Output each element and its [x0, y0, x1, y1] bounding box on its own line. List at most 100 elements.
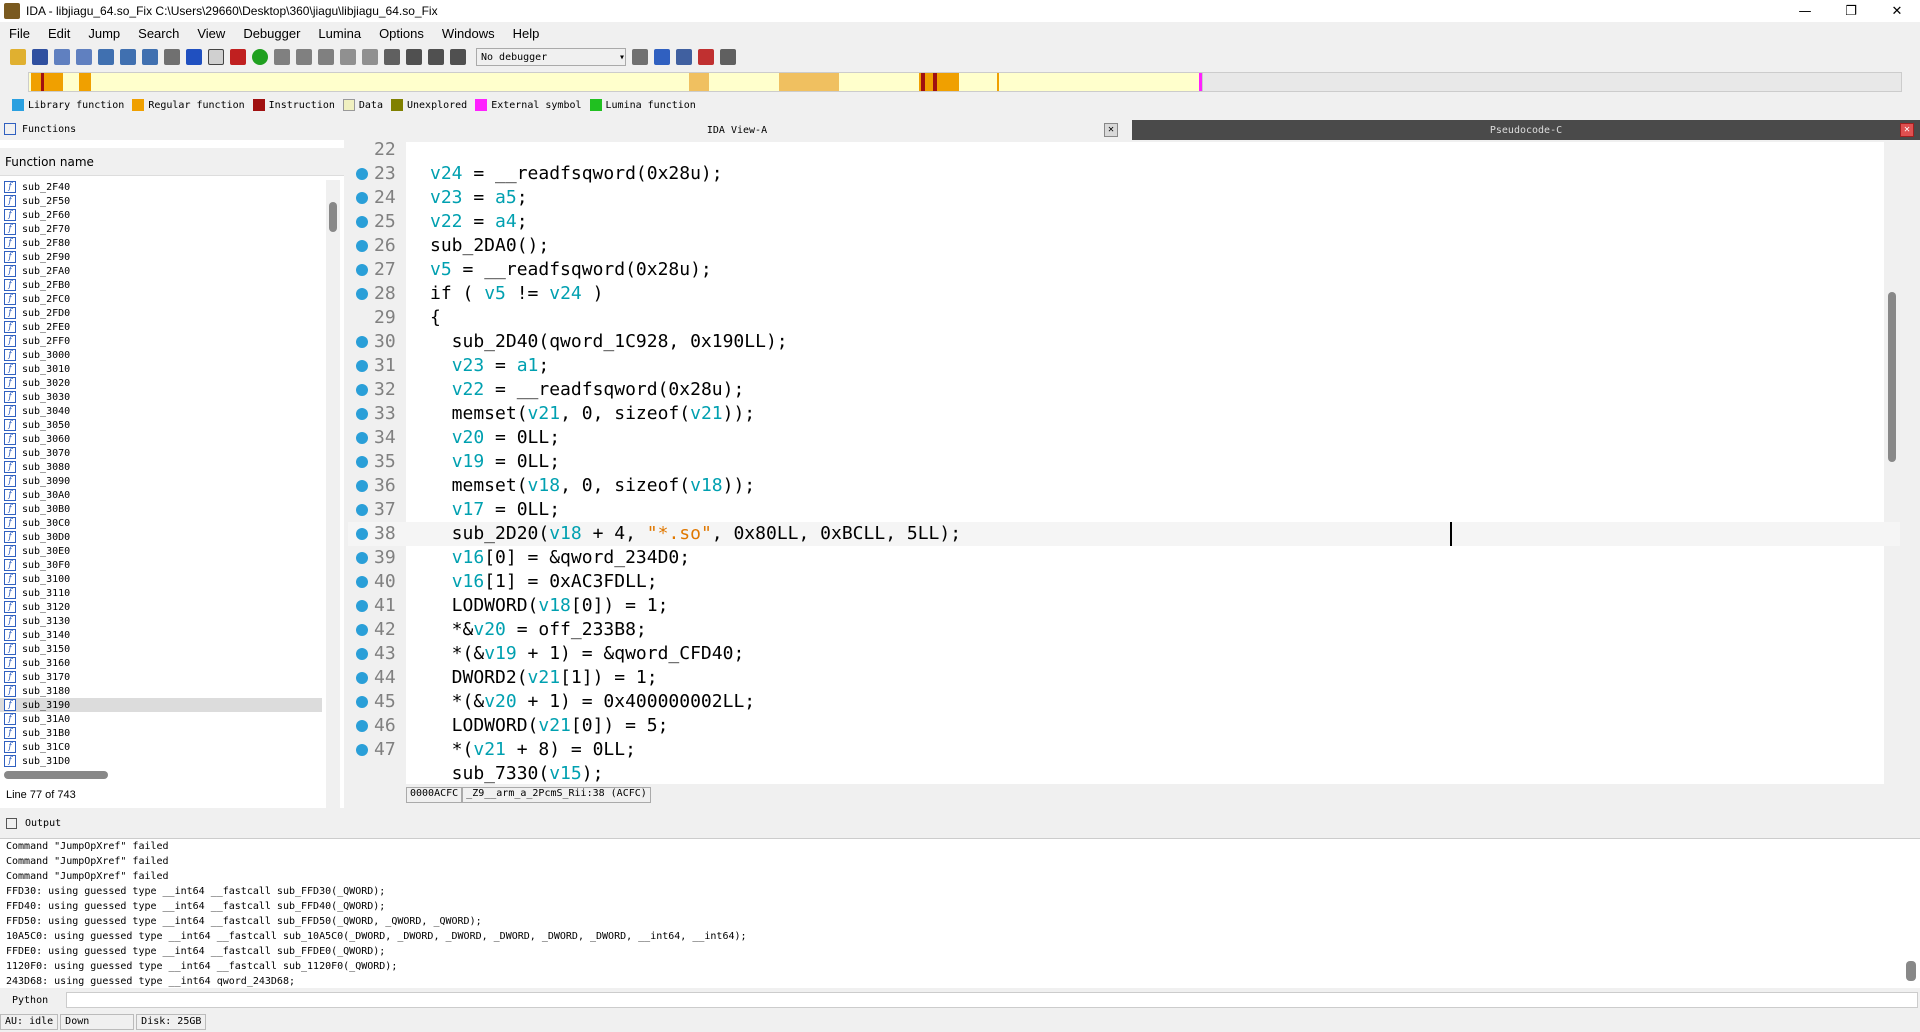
- function-list-item[interactable]: f sub_2FF0: [0, 334, 322, 348]
- function-list-item[interactable]: f sub_3160: [0, 656, 322, 670]
- tools-icon[interactable]: [164, 49, 180, 65]
- save-icon[interactable]: [32, 49, 48, 65]
- jump-icon[interactable]: [186, 49, 202, 65]
- menu-view[interactable]: View: [188, 26, 234, 41]
- graph-icon[interactable]: [362, 49, 378, 65]
- breakpoint-dot-icon[interactable]: [356, 168, 368, 180]
- breakpoint-dot-icon[interactable]: [356, 600, 368, 612]
- code-line[interactable]: 40 v16[1] = 0xAC3FDLL;: [348, 570, 1900, 594]
- cancel-icon[interactable]: [384, 49, 400, 65]
- debugger-select[interactable]: No debugger ▾: [476, 48, 626, 66]
- menu-search[interactable]: Search: [129, 26, 188, 41]
- breakpoint-dot-icon[interactable]: [356, 432, 368, 444]
- struct-icon[interactable]: [142, 49, 158, 65]
- menu-windows[interactable]: Windows: [433, 26, 504, 41]
- function-list-item[interactable]: f sub_2FD0: [0, 306, 322, 320]
- function-list-item[interactable]: f sub_3140: [0, 628, 322, 642]
- function-list-item[interactable]: f sub_3000: [0, 348, 322, 362]
- function-list-item[interactable]: f sub_2F90: [0, 250, 322, 264]
- python-label[interactable]: Python: [12, 995, 48, 1006]
- breakpoint-dot-icon[interactable]: [356, 216, 368, 228]
- code-line[interactable]: 41 LODWORD(v18[0]) = 1;: [348, 594, 1900, 618]
- breakpoint-dot-icon[interactable]: [356, 264, 368, 276]
- function-list-item[interactable]: f sub_3100: [0, 572, 322, 586]
- output-window[interactable]: Command "JumpOpXref" failed Command "Jump…: [0, 838, 1920, 988]
- settings-icon[interactable]: [720, 49, 736, 65]
- menu-edit[interactable]: Edit: [39, 26, 79, 41]
- function-list-item[interactable]: f sub_2FB0: [0, 278, 322, 292]
- function-list-item[interactable]: f sub_2F50: [0, 194, 322, 208]
- minimize-button[interactable]: —: [1782, 0, 1828, 22]
- function-list-item[interactable]: f sub_3120: [0, 600, 322, 614]
- close-icon[interactable]: ✕: [1104, 123, 1118, 137]
- text-icon[interactable]: [208, 49, 224, 65]
- function-list-item[interactable]: f sub_3180: [0, 684, 322, 698]
- function-list-item[interactable]: f sub_31D0: [0, 754, 322, 768]
- code-line[interactable]: 38 sub_2D20(v18 + 4, "*.so", 0x80LL, 0xB…: [348, 522, 1900, 546]
- breakpoint-dot-icon[interactable]: [356, 624, 368, 636]
- function-list-item[interactable]: f sub_3010: [0, 362, 322, 376]
- breakpoint-dot-icon[interactable]: [356, 576, 368, 588]
- code-line[interactable]: 35 v19 = 0LL;: [348, 450, 1900, 474]
- breakpoint-dot-icon[interactable]: [356, 744, 368, 756]
- hscrollbar-thumb[interactable]: [4, 771, 108, 779]
- run-icon[interactable]: [252, 49, 268, 65]
- code-line[interactable]: 37 v17 = 0LL;: [348, 498, 1900, 522]
- function-list-item[interactable]: f sub_3090: [0, 474, 322, 488]
- menu-debugger[interactable]: Debugger: [234, 26, 309, 41]
- code-line[interactable]: 47 *(v21 + 8) = 0LL;: [348, 738, 1900, 762]
- hex-view-icon[interactable]: [120, 49, 136, 65]
- function-list-item[interactable]: f sub_30E0: [0, 544, 322, 558]
- output-scrollbar-thumb[interactable]: [1906, 961, 1916, 981]
- code-line[interactable]: 26 sub_2DA0();: [348, 234, 1900, 258]
- function-list-item[interactable]: f sub_2FC0: [0, 292, 322, 306]
- function-list-item[interactable]: f sub_3080: [0, 460, 322, 474]
- code-line[interactable]: 46 LODWORD(v21[0]) = 5;: [348, 714, 1900, 738]
- breakpoint-dot-icon[interactable]: [356, 456, 368, 468]
- segment-icon[interactable]: [274, 49, 290, 65]
- breakpoint-dot-icon[interactable]: [356, 288, 368, 300]
- breakpoint-dot-icon[interactable]: [356, 696, 368, 708]
- imports-icon[interactable]: [296, 49, 312, 65]
- code-line[interactable]: 31 v23 = a1;: [348, 354, 1900, 378]
- menu-jump[interactable]: Jump: [79, 26, 129, 41]
- code-line[interactable]: 45 *(&v20 + 1) = 0x400000002LL;: [348, 690, 1900, 714]
- function-list-item[interactable]: f sub_3020: [0, 376, 322, 390]
- tab-pseudocode-c[interactable]: Pseudocode-C ✕: [1132, 120, 1920, 140]
- function-list-item[interactable]: f sub_3150: [0, 642, 322, 656]
- play-icon[interactable]: [406, 49, 422, 65]
- functions-hscrollbar[interactable]: [4, 768, 324, 782]
- stop-icon[interactable]: [230, 49, 246, 65]
- code-line[interactable]: 34 v20 = 0LL;: [348, 426, 1900, 450]
- function-list-item[interactable]: f sub_3170: [0, 670, 322, 684]
- function-list-item[interactable]: f sub_30C0: [0, 516, 322, 530]
- code-line[interactable]: 33 memset(v21, 0, sizeof(v21));: [348, 402, 1900, 426]
- breakpoint-dot-icon[interactable]: [356, 552, 368, 564]
- patch-icon[interactable]: [340, 49, 356, 65]
- navigation-band[interactable]: [0, 72, 1920, 94]
- code-line[interactable]: 39 v16[0] = &qword_234D0;: [348, 546, 1900, 570]
- function-list-item[interactable]: f sub_31C0: [0, 740, 322, 754]
- xref-icon[interactable]: [98, 49, 114, 65]
- breakpoint-dot-icon[interactable]: [356, 720, 368, 732]
- function-list-item[interactable]: f sub_3190: [0, 698, 322, 712]
- function-list-item[interactable]: f sub_30A0: [0, 488, 322, 502]
- function-list-item[interactable]: f sub_3030: [0, 390, 322, 404]
- function-list-item[interactable]: f sub_2F70: [0, 222, 322, 236]
- exports-icon[interactable]: [318, 49, 334, 65]
- pause-icon[interactable]: [428, 49, 444, 65]
- breakpoint-dot-icon[interactable]: [356, 384, 368, 396]
- function-list-item[interactable]: f sub_3060: [0, 432, 322, 446]
- code-line[interactable]: 36 memset(v18, 0, sizeof(v18));: [348, 474, 1900, 498]
- code-line[interactable]: sub_7330(v15);: [348, 762, 1900, 784]
- code-line[interactable]: 24 v23 = a5;: [348, 186, 1900, 210]
- code-line[interactable]: 29 {: [348, 306, 1900, 330]
- code-line[interactable]: 30 sub_2D40(qword_1C928, 0x190LL);: [348, 330, 1900, 354]
- navigation-strip[interactable]: [28, 72, 1202, 92]
- function-list-item[interactable]: f sub_2FE0: [0, 320, 322, 334]
- breakpoint-dot-icon[interactable]: [356, 480, 368, 492]
- menu-options[interactable]: Options: [370, 26, 433, 41]
- maximize-button[interactable]: ❐: [1828, 0, 1874, 22]
- function-list-item[interactable]: f sub_2F60: [0, 208, 322, 222]
- close-button[interactable]: ✕: [1874, 0, 1920, 22]
